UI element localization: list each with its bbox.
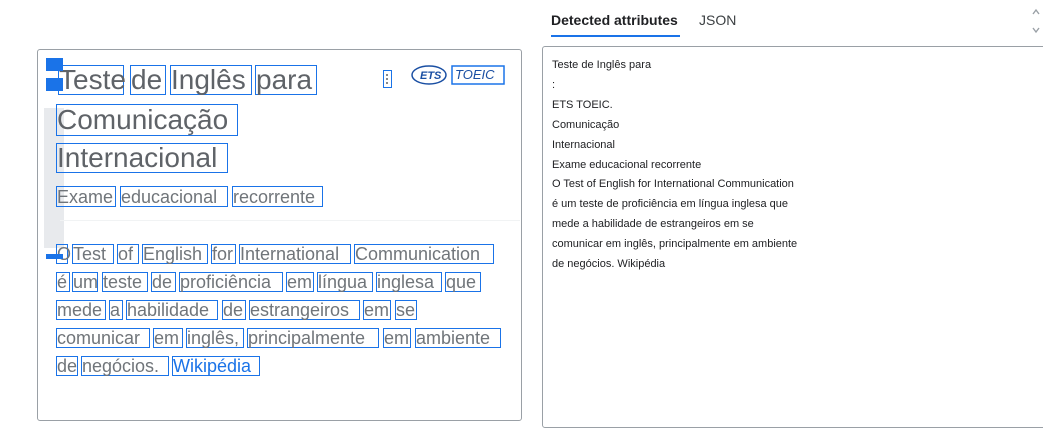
detected-line: é um teste de proficiência em língua ing…: [552, 198, 789, 211]
body-word[interactable]: proficiência: [179, 272, 283, 292]
image-preview-panel: Teste de Inglês para Comunicação Interna…: [37, 49, 522, 421]
logo-ets-text: ETS: [420, 70, 442, 82]
selection-handle-top-lower[interactable]: [46, 78, 63, 91]
body-word[interactable]: de: [222, 300, 246, 320]
body-word[interactable]: International: [239, 244, 351, 264]
body-word[interactable]: que: [445, 272, 481, 292]
body-word[interactable]: teste: [102, 272, 148, 292]
detected-text-panel: Teste de Inglês para : ETS TOEIC. Comuni…: [542, 46, 1043, 428]
detected-line: O Test of English for International Comm…: [552, 178, 794, 191]
active-tab-indicator: [551, 35, 680, 37]
title-word[interactable]: de: [130, 65, 166, 95]
body-word[interactable]: em: [153, 328, 183, 348]
body-word[interactable]: de: [151, 272, 176, 292]
result-tabs: Detected attributes JSON: [543, 0, 1043, 37]
body-word[interactable]: Communication: [354, 244, 494, 264]
body-word[interactable]: inglês,: [186, 328, 244, 348]
body-word[interactable]: ambiente: [415, 328, 501, 348]
tab-detected-attributes[interactable]: Detected attributes: [551, 12, 678, 28]
detected-line: comunicar em inglês, principalmente em a…: [552, 238, 798, 251]
detected-line: Teste de Inglês para: [552, 59, 652, 71]
body-word[interactable]: for: [211, 244, 236, 264]
tab-json[interactable]: JSON: [699, 12, 736, 28]
detected-text-list: Teste de Inglês para : ETS TOEIC. Comuni…: [552, 56, 797, 275]
body-word[interactable]: of: [117, 244, 139, 264]
logo-toeic-text: TOEIC: [455, 67, 495, 82]
body-word[interactable]: em: [286, 272, 314, 292]
body-word[interactable]: de: [56, 356, 78, 376]
subtitle-word[interactable]: Exame: [56, 186, 116, 207]
selection-handle-mid[interactable]: [46, 254, 63, 259]
body-word[interactable]: a: [109, 300, 123, 320]
subtitle-word[interactable]: educacional: [120, 186, 228, 207]
title-word[interactable]: Inglês: [170, 65, 252, 95]
body-word[interactable]: inglesa: [376, 272, 442, 292]
ets-toeic-logo: ETS TOEIC: [411, 65, 505, 85]
title-word[interactable]: Internacional: [56, 143, 228, 173]
body-word[interactable]: estrangeiros: [249, 300, 360, 320]
detected-line: :: [552, 78, 556, 91]
body-word[interactable]: negócios.: [81, 356, 169, 376]
body-word[interactable]: em: [363, 300, 391, 320]
body-word[interactable]: é: [56, 272, 70, 292]
selection-handle-top[interactable]: [46, 58, 63, 71]
body-word[interactable]: principalmente: [247, 328, 379, 348]
title-word[interactable]: para: [255, 65, 317, 95]
body-word[interactable]: mede: [56, 300, 106, 320]
body-word[interactable]: em: [383, 328, 411, 348]
title-word[interactable]: Comunicação: [56, 104, 238, 136]
detected-line: Exame educacional recorrente: [552, 158, 702, 171]
body-word[interactable]: Test: [72, 244, 114, 264]
body-word[interactable]: um: [72, 272, 98, 292]
detected-line: de negócios. Wikipédia: [552, 258, 666, 271]
detected-line: Internacional: [552, 138, 615, 151]
scroll-arrows-icon[interactable]: [1031, 8, 1041, 34]
detected-line: ETS TOEIC.: [552, 98, 613, 111]
more-vert-icon[interactable]: [383, 70, 392, 88]
detected-line: mede a habilidade de estrangeiros em se: [552, 218, 754, 231]
body-word[interactable]: English: [142, 244, 208, 264]
body-word[interactable]: se: [395, 300, 417, 320]
detected-line: Comunicação: [552, 118, 620, 131]
subtitle-word[interactable]: recorrente: [232, 186, 323, 207]
body-word[interactable]: língua: [317, 272, 373, 292]
image-divider: [60, 220, 520, 221]
body-word[interactable]: comunicar: [56, 328, 150, 348]
title-word[interactable]: Teste: [58, 65, 126, 95]
wikipedia-link[interactable]: Wikipédia: [172, 356, 260, 376]
body-word[interactable]: habilidade: [126, 300, 218, 320]
